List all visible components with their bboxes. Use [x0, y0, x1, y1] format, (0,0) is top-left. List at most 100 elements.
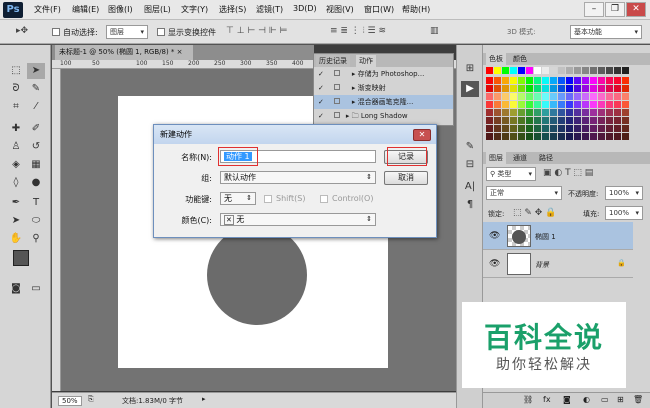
- swatch[interactable]: [486, 133, 493, 140]
- swatch[interactable]: [598, 93, 605, 100]
- marquee-tool-icon[interactable]: ⬚: [7, 63, 25, 79]
- swatch[interactable]: [582, 93, 589, 100]
- swatch[interactable]: [598, 101, 605, 108]
- swatch[interactable]: [486, 77, 493, 84]
- swatch[interactable]: [550, 93, 557, 100]
- swatch[interactable]: [534, 117, 541, 124]
- swatch[interactable]: [558, 101, 565, 108]
- swatch[interactable]: [494, 117, 501, 124]
- swatch[interactable]: [526, 101, 533, 108]
- swatch[interactable]: [542, 109, 549, 116]
- swatch[interactable]: [518, 133, 525, 140]
- swatch[interactable]: [582, 67, 589, 74]
- paragraph-panel-icon[interactable]: ¶: [461, 197, 479, 213]
- visibility-eye-icon[interactable]: 👁: [489, 231, 500, 241]
- move-tool-preset-icon[interactable]: ▸✥: [16, 26, 28, 36]
- swatch[interactable]: [606, 125, 613, 132]
- swatch[interactable]: [550, 85, 557, 92]
- swatch[interactable]: [494, 101, 501, 108]
- group-dropdown[interactable]: 默认动作 ⇕: [220, 171, 376, 184]
- swatch[interactable]: [518, 117, 525, 124]
- swatch[interactable]: [542, 133, 549, 140]
- swatch[interactable]: [534, 67, 541, 74]
- align-icons[interactable]: ⊤ ⊥ ⊢ ⊣ ⊩ ⊨: [226, 26, 287, 36]
- brush-presets-icon[interactable]: ⊟: [461, 157, 479, 173]
- tab-swatches[interactable]: 色板: [486, 53, 506, 65]
- swatch[interactable]: [494, 67, 501, 74]
- swatch[interactable]: [606, 109, 613, 116]
- pen-tool-icon[interactable]: ✒: [7, 195, 25, 211]
- expand-icon[interactable]: ▸: [346, 112, 350, 120]
- swatch[interactable]: [566, 77, 573, 84]
- swatch[interactable]: [486, 101, 493, 108]
- swatch[interactable]: [502, 67, 509, 74]
- swatch[interactable]: [566, 67, 573, 74]
- swatches-grid[interactable]: [486, 67, 631, 147]
- swatch[interactable]: [574, 85, 581, 92]
- shift-checkbox[interactable]: [264, 195, 272, 203]
- auto-align-icon[interactable]: ▥: [430, 26, 439, 36]
- swatch[interactable]: [494, 77, 501, 84]
- fill-field[interactable]: 100% ▾: [605, 206, 643, 220]
- swatch[interactable]: [542, 117, 549, 124]
- zoom-tool-icon[interactable]: ⚲: [27, 231, 45, 247]
- tab-paths[interactable]: 路径: [536, 152, 556, 164]
- dialog-toggle-icon[interactable]: [333, 84, 340, 90]
- swatch[interactable]: [518, 67, 525, 74]
- swatch[interactable]: [518, 85, 525, 92]
- dialog-toggle-icon[interactable]: [333, 98, 340, 104]
- lock-icons[interactable]: ⬚ ✎ ✥ 🔒: [513, 208, 556, 218]
- swatch[interactable]: [574, 93, 581, 100]
- swatch[interactable]: [534, 85, 541, 92]
- swatch[interactable]: [566, 101, 573, 108]
- swatch[interactable]: [606, 85, 613, 92]
- tab-history[interactable]: 历史记录: [316, 55, 350, 67]
- swatch[interactable]: [534, 125, 541, 132]
- expand-icon[interactable]: ▸: [352, 98, 356, 106]
- swatch[interactable]: [510, 77, 517, 84]
- swatch[interactable]: [550, 67, 557, 74]
- visibility-eye-icon[interactable]: 👁: [489, 259, 500, 269]
- swatch[interactable]: [510, 133, 517, 140]
- swatch[interactable]: [518, 125, 525, 132]
- swatch[interactable]: [558, 125, 565, 132]
- swatch[interactable]: [502, 117, 509, 124]
- swatch[interactable]: [526, 109, 533, 116]
- swatch[interactable]: [622, 125, 629, 132]
- swatch[interactable]: [526, 93, 533, 100]
- layer-filter-icons[interactable]: ▣ ◐ T ⬚ ▤: [543, 168, 593, 178]
- action-row[interactable]: ✓ ▸ 混合器画笔克隆...: [314, 95, 453, 109]
- swatch[interactable]: [614, 109, 621, 116]
- color-dropdown[interactable]: ✕ 无 ⇕: [220, 213, 376, 226]
- swatch[interactable]: [614, 77, 621, 84]
- swatch[interactable]: [598, 109, 605, 116]
- swatch[interactable]: [502, 109, 509, 116]
- swatch[interactable]: [590, 77, 597, 84]
- swatch[interactable]: [558, 109, 565, 116]
- status-export-icon[interactable]: ⎘: [88, 395, 94, 404]
- swatch[interactable]: [510, 109, 517, 116]
- menu-layer[interactable]: 图层(L): [144, 4, 171, 15]
- swatch[interactable]: [502, 93, 509, 100]
- swatch[interactable]: [622, 133, 629, 140]
- swatch[interactable]: [590, 93, 597, 100]
- swatch[interactable]: [542, 85, 549, 92]
- swatch[interactable]: [614, 125, 621, 132]
- swatch[interactable]: [614, 133, 621, 140]
- layer-row[interactable]: 👁 背景 🔒: [483, 250, 633, 278]
- swatch[interactable]: [598, 133, 605, 140]
- swatch[interactable]: [574, 67, 581, 74]
- swatch[interactable]: [558, 77, 565, 84]
- swatch[interactable]: [558, 117, 565, 124]
- action-row[interactable]: ✓ ▸ 存储为 Photoshop...: [314, 67, 453, 81]
- menu-file[interactable]: 文件(F): [34, 4, 61, 15]
- tab-channels[interactable]: 通道: [510, 152, 530, 164]
- character-panel-icon[interactable]: A|: [461, 179, 479, 195]
- swatch[interactable]: [574, 133, 581, 140]
- swatch[interactable]: [542, 125, 549, 132]
- function-key-dropdown[interactable]: 无 ⇕: [220, 192, 256, 205]
- auto-select-checkbox[interactable]: [52, 28, 60, 36]
- delete-layer-icon[interactable]: 🗑: [633, 395, 643, 404]
- menu-filter[interactable]: 滤镜(T): [256, 4, 283, 15]
- crop-tool-icon[interactable]: ⌗: [7, 99, 25, 115]
